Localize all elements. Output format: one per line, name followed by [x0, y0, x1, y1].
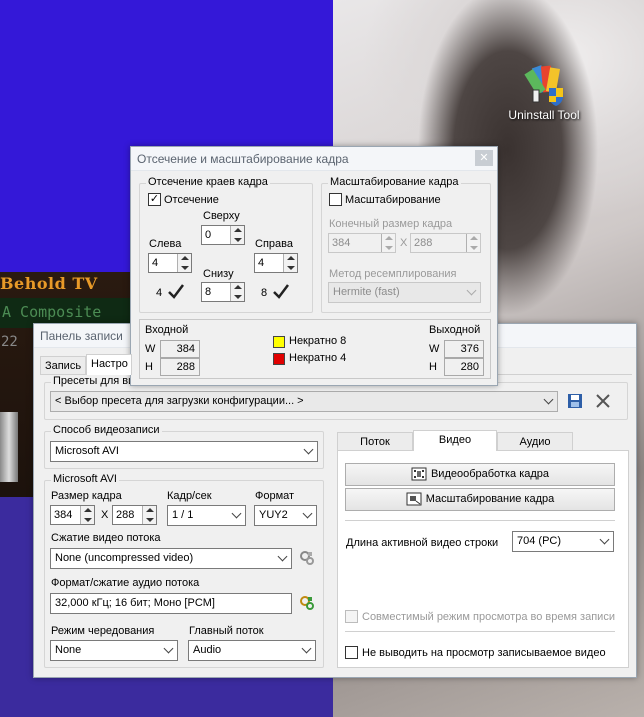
tab-video[interactable]: Видео: [413, 430, 497, 451]
audio-codec-settings-icon[interactable]: [298, 594, 316, 612]
close-button[interactable]: ✕: [475, 150, 493, 166]
no-preview-label: Не выводить на просмотр записываемое вид…: [362, 647, 606, 659]
top-spinner[interactable]: 0: [201, 225, 245, 245]
right-spinner[interactable]: 4: [254, 253, 298, 273]
crop-scale-title: Отсечение и масштабирование кадра: [137, 152, 349, 166]
left-ok-check-icon: [167, 283, 185, 299]
uninstall-tool-icon: [522, 62, 566, 106]
output-width-value: 376: [444, 340, 484, 358]
behold-tv-volume-slider[interactable]: [0, 412, 18, 482]
capture-method-label: Способ видеозаписи: [51, 424, 162, 436]
desktop-icon-uninstall-tool[interactable]: Uninstall Tool: [506, 62, 582, 122]
main-stream-select[interactable]: Audio: [188, 640, 316, 661]
left-multiple-mark: 4: [156, 287, 163, 299]
presets-label: Пресеты для ви: [51, 375, 137, 387]
fps-label: Кадр/сек: [167, 490, 212, 502]
scale-checkbox-label: Масштабирование: [345, 194, 441, 206]
main-stream-label: Главный поток: [189, 625, 264, 637]
interleave-label: Режим чередования: [51, 625, 155, 637]
left-label: Слева: [149, 238, 182, 250]
compat-mode-label: Совместимый режим просмотра во время зап…: [362, 611, 615, 623]
capture-method-select[interactable]: Microsoft AVI: [50, 441, 318, 462]
tab-audio[interactable]: Аудио: [497, 432, 573, 451]
audio-format-field[interactable]: 32,000 кГц; 16 бит; Моно [PCM]: [50, 593, 292, 614]
video-compression-label: Сжатие видео потока: [51, 532, 161, 544]
fps-select[interactable]: 1 / 1: [167, 505, 246, 526]
crop-scale-titlebar[interactable]: Отсечение и масштабирование кадра ✕: [131, 147, 497, 171]
no-preview-checkbox[interactable]: [345, 646, 358, 659]
right-multiple-mark: 8: [261, 287, 268, 299]
crop-checkbox-label: Отсечение: [164, 194, 219, 206]
right-ok-check-icon: [272, 283, 290, 299]
not-multiple-4-label: Некратно 4: [289, 352, 347, 364]
resize-frame-icon: [406, 492, 422, 506]
format-label: Формат: [255, 490, 295, 502]
frame-scaling-label: Масштабирование кадра: [328, 176, 461, 188]
delete-preset-icon[interactable]: [594, 392, 612, 410]
not-multiple-8-label: Некратно 8: [289, 335, 347, 347]
input-h-label: H: [145, 361, 153, 373]
video-compression-select[interactable]: None (uncompressed video): [50, 548, 292, 569]
interleave-select[interactable]: None: [50, 640, 178, 661]
frame-size-label: Размер кадра: [51, 490, 122, 502]
final-height-spinner[interactable]: 288: [410, 233, 481, 253]
film-edit-icon: [411, 467, 427, 481]
final-size-label: Конечный размер кадра: [329, 218, 453, 230]
output-label: Выходной: [429, 324, 481, 336]
final-size-x: X: [400, 237, 408, 249]
crop-edges-label: Отсечение краев кадра: [146, 176, 270, 188]
frame-width-spinner[interactable]: 384: [50, 505, 95, 525]
bottom-spinner[interactable]: 8: [201, 282, 245, 302]
size-info-bar: Входной W 384 H 288 Некратно 8 Некратно …: [139, 319, 491, 379]
not-multiple-4-swatch: [273, 353, 285, 365]
scale-checkbox[interactable]: [329, 193, 342, 206]
left-spinner[interactable]: 4: [148, 253, 192, 273]
video-codec-settings-icon[interactable]: [298, 549, 316, 567]
frame-scaling-button[interactable]: Масштабирование кадра: [345, 488, 615, 511]
output-h-label: H: [429, 361, 437, 373]
crop-scale-dialog: Отсечение и масштабирование кадра ✕ Отсе…: [130, 146, 498, 386]
record-panel-title: Панель записи: [40, 329, 123, 343]
tab-record[interactable]: Запись: [40, 356, 86, 375]
output-height-value: 280: [444, 358, 484, 376]
desktop-icon-label: Uninstall Tool: [508, 108, 580, 122]
resample-method-select[interactable]: Hermite (fast): [328, 282, 481, 303]
frame-size-x: X: [101, 509, 109, 521]
top-label: Сверху: [203, 210, 240, 222]
right-label: Справа: [255, 238, 293, 250]
active-line-select[interactable]: 704 (PC): [512, 531, 614, 552]
resample-method-label: Метод ресемплирования: [329, 268, 457, 280]
not-multiple-8-swatch: [273, 336, 285, 348]
input-height-value: 288: [160, 358, 200, 376]
bottom-label: Снизу: [203, 268, 234, 280]
input-label: Входной: [145, 324, 189, 336]
save-preset-icon[interactable]: [566, 392, 584, 410]
compat-mode-checkbox[interactable]: [345, 610, 358, 623]
behold-tv-counter: 22: [1, 334, 18, 350]
input-width-value: 384: [160, 340, 200, 358]
video-processing-button[interactable]: Видеообработка кадра: [345, 463, 615, 486]
preset-select[interactable]: < Выбор пресета для загрузки конфигураци…: [50, 391, 558, 412]
microsoft-avi-label: Microsoft AVI: [51, 473, 119, 485]
input-w-label: W: [145, 343, 156, 355]
tab-settings[interactable]: Настро: [86, 354, 132, 375]
frame-height-spinner[interactable]: 288: [112, 505, 157, 525]
output-w-label: W: [429, 343, 440, 355]
crop-checkbox[interactable]: ✓: [148, 193, 161, 206]
tab-stream[interactable]: Поток: [337, 432, 413, 451]
audio-format-label: Формат/сжатие аудио потока: [51, 577, 200, 589]
final-width-spinner[interactable]: 384: [328, 233, 396, 253]
format-select[interactable]: YUY2: [254, 505, 317, 526]
behold-tv-title: Behold TV: [0, 274, 98, 293]
active-line-label: Длина активной видео строки: [346, 537, 499, 549]
